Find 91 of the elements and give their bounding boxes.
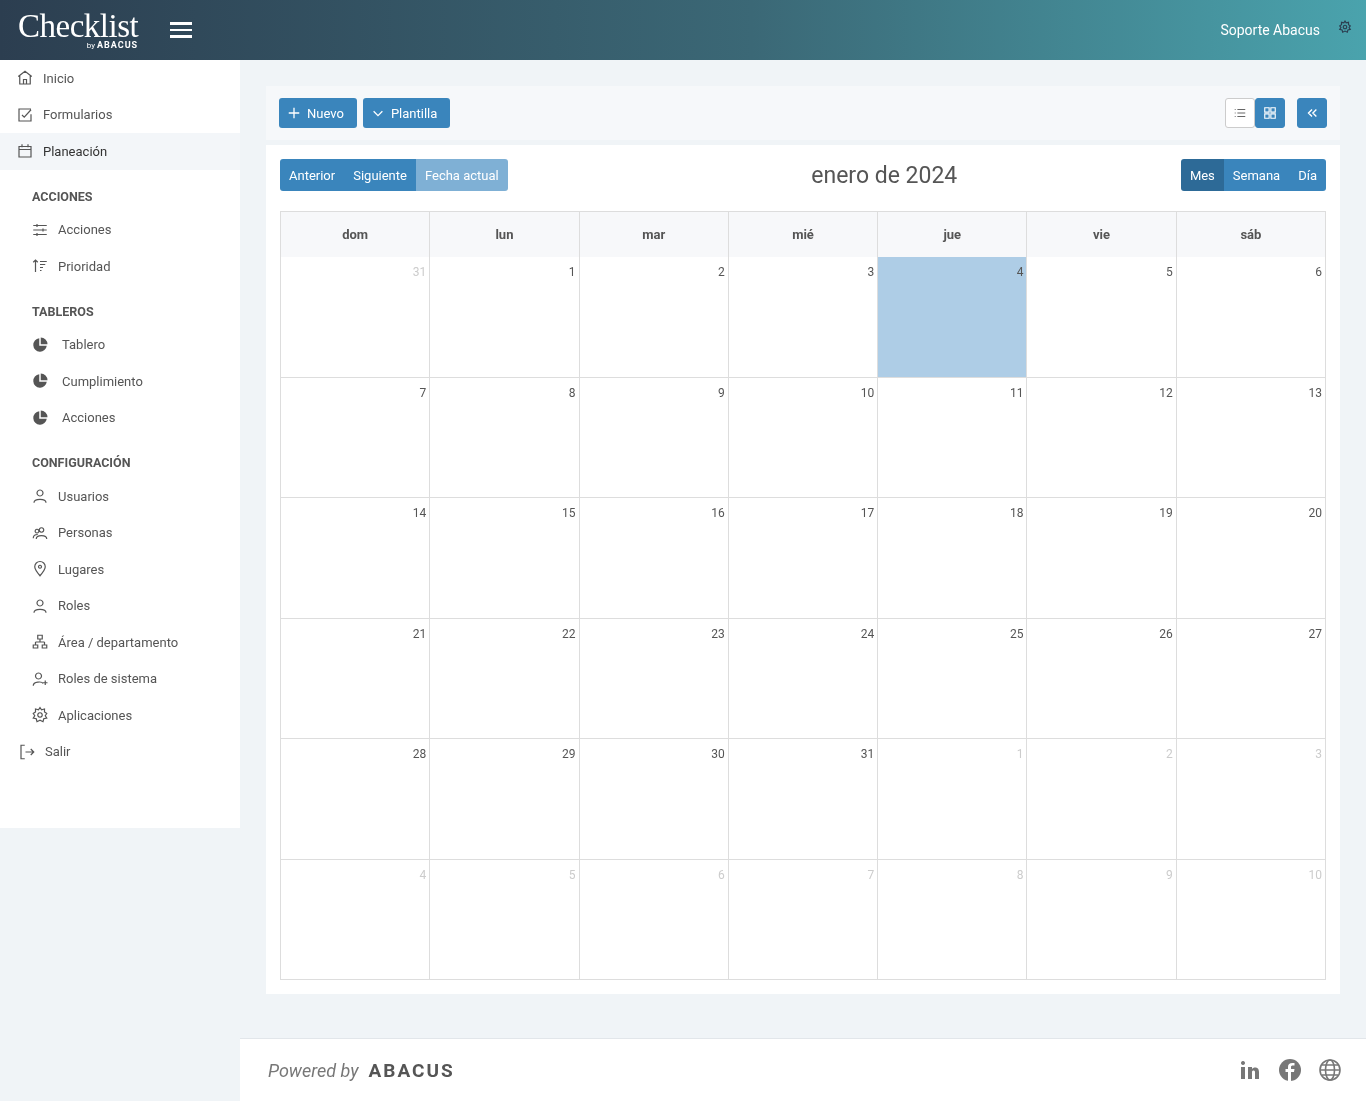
list-icon bbox=[1233, 106, 1247, 120]
pie-chart-icon bbox=[31, 372, 49, 391]
day-cell[interactable]: 6 bbox=[1176, 257, 1326, 378]
section-heading: TABLEROS bbox=[31, 302, 95, 321]
day-cell[interactable]: 19 bbox=[1027, 498, 1177, 619]
sidebar-item[interactable]: Lugares bbox=[0, 551, 240, 588]
user-icon bbox=[31, 487, 49, 506]
grid-view-button[interactable] bbox=[1255, 98, 1285, 128]
day-cell[interactable]: 13 bbox=[1176, 377, 1326, 498]
weekday-header: sáb bbox=[1176, 212, 1326, 257]
day-cell[interactable]: 18 bbox=[878, 498, 1028, 619]
section-heading: CONFIGURACIÓN bbox=[31, 454, 132, 472]
day-cell[interactable]: 22 bbox=[430, 618, 580, 739]
day-cell[interactable]: 7 bbox=[281, 377, 431, 498]
day-cell[interactable]: 8 bbox=[430, 377, 580, 498]
view-tab[interactable]: Día bbox=[1289, 159, 1326, 191]
day-cell[interactable]: 5 bbox=[1027, 257, 1177, 378]
day-cell[interactable]: 29 bbox=[430, 739, 580, 860]
sidebar-item[interactable]: Inicio bbox=[0, 60, 240, 97]
sidebar-item[interactable]: Acciones bbox=[0, 211, 240, 248]
day-cell[interactable]: 9 bbox=[579, 377, 729, 498]
day-cell[interactable]: 26 bbox=[1027, 618, 1177, 739]
app-logo[interactable]: Checklist by ABACUS bbox=[18, 10, 139, 50]
day-cell[interactable]: 2 bbox=[579, 257, 729, 378]
logout-icon bbox=[18, 742, 36, 761]
double-chevron-left-icon bbox=[1305, 106, 1319, 120]
day-cell[interactable]: 27 bbox=[1176, 618, 1326, 739]
settings-icon bbox=[31, 706, 49, 725]
day-cell[interactable]: 14 bbox=[281, 498, 431, 619]
day-cell[interactable]: 1 bbox=[430, 257, 580, 378]
sidebar-item[interactable]: Prioridad bbox=[0, 248, 240, 285]
day-cell[interactable]: 23 bbox=[579, 618, 729, 739]
calendar-icon bbox=[16, 142, 34, 161]
logout-link[interactable]: Salir bbox=[0, 733, 240, 770]
day-cell[interactable]: 11 bbox=[878, 377, 1028, 498]
template-button[interactable]: Plantilla bbox=[362, 98, 451, 128]
sidebar-item[interactable]: Formularios bbox=[0, 96, 240, 133]
weekday-header: mié bbox=[728, 212, 879, 257]
sidebar-item[interactable]: Aplicaciones bbox=[0, 697, 240, 734]
org-chart-icon bbox=[31, 633, 49, 652]
day-cell[interactable]: 10 bbox=[728, 377, 879, 498]
sidebar-item[interactable]: Personas bbox=[0, 514, 240, 551]
facebook-icon[interactable] bbox=[1278, 1058, 1302, 1082]
location-pin-icon bbox=[31, 560, 49, 579]
weekday-header: jue bbox=[878, 212, 1028, 257]
day-cell[interactable]: 4 bbox=[878, 257, 1028, 378]
weekday-header: dom bbox=[281, 212, 431, 257]
sidebar-item[interactable]: Acciones bbox=[0, 399, 240, 436]
collapse-button[interactable] bbox=[1297, 98, 1327, 128]
calendar-title: enero de 2024 bbox=[811, 161, 958, 189]
view-tab[interactable]: Semana bbox=[1223, 159, 1290, 191]
section-heading: ACCIONES bbox=[31, 187, 94, 206]
day-cell[interactable]: 15 bbox=[430, 498, 580, 619]
plus-icon bbox=[287, 106, 301, 120]
day-cell[interactable]: 28 bbox=[281, 739, 431, 860]
day-cell[interactable]: 12 bbox=[1027, 377, 1177, 498]
day-cell[interactable]: 24 bbox=[728, 618, 879, 739]
view-tab[interactable]: Mes bbox=[1180, 159, 1224, 191]
footer-logo: ABACUS bbox=[368, 1058, 455, 1082]
day-cell[interactable]: 16 bbox=[579, 498, 729, 619]
user-icon bbox=[31, 596, 49, 615]
sidebar-item[interactable]: Usuarios bbox=[0, 478, 240, 515]
calendar-nav-button[interactable]: Anterior bbox=[280, 159, 345, 191]
settings-icon[interactable] bbox=[1338, 20, 1352, 34]
powered-by-text: Powered by bbox=[268, 1059, 359, 1081]
calendar-nav-button[interactable]: Siguiente bbox=[344, 159, 416, 191]
day-cell[interactable]: 21 bbox=[281, 618, 431, 739]
home-icon bbox=[16, 69, 34, 88]
user-plus-icon bbox=[31, 669, 49, 688]
pie-chart-icon bbox=[31, 408, 49, 427]
weekday-header: vie bbox=[1027, 212, 1177, 257]
day-cell[interactable]: 25 bbox=[878, 618, 1028, 739]
weekday-header: mar bbox=[579, 212, 729, 257]
globe-icon[interactable] bbox=[1318, 1058, 1342, 1082]
day-cell[interactable]: 31 bbox=[728, 739, 879, 860]
sidebar-item[interactable]: Planeación bbox=[0, 133, 240, 170]
pie-chart-icon bbox=[31, 335, 49, 354]
grid-icon bbox=[1263, 106, 1277, 120]
sidebar-item[interactable]: Roles de sistema bbox=[0, 660, 240, 697]
sidebar-item[interactable]: Área / departamento bbox=[0, 624, 240, 661]
sidebar-item[interactable]: Cumplimiento bbox=[0, 363, 240, 400]
menu-icon[interactable] bbox=[170, 22, 193, 38]
checkbox-icon bbox=[16, 105, 34, 124]
linkedin-icon[interactable] bbox=[1238, 1058, 1262, 1082]
weekday-header: lun bbox=[430, 212, 580, 257]
sidebar-item[interactable]: Roles bbox=[0, 587, 240, 624]
day-cell[interactable]: 30 bbox=[579, 739, 729, 860]
day-cell[interactable]: 20 bbox=[1176, 498, 1326, 619]
day-cell[interactable]: 17 bbox=[728, 498, 879, 619]
new-button[interactable]: Nuevo bbox=[279, 98, 357, 128]
sidebar-item[interactable]: Tablero bbox=[0, 326, 240, 363]
